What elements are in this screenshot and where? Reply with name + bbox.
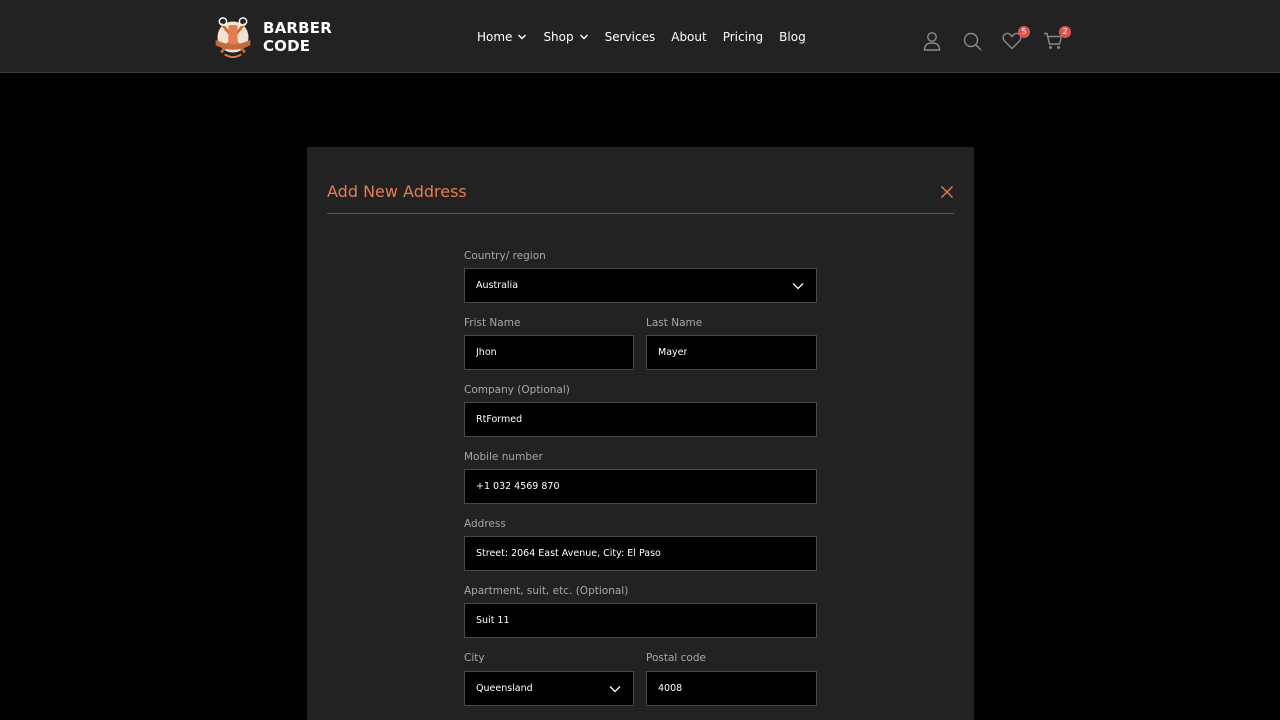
modal-title: Add New Address <box>327 182 467 201</box>
first-name-value: Jhon <box>476 347 497 358</box>
brand-name: BARBER CODE <box>263 19 332 55</box>
user-icon <box>923 32 941 51</box>
country-label: Country/ region <box>464 250 546 262</box>
address-field[interactable]: Street: 2064 East Avenue, City: El Paso <box>464 536 817 571</box>
brand-logo[interactable]: BARBER CODE <box>212 10 332 64</box>
nav-item-services[interactable]: Services <box>605 30 656 44</box>
postal-code-field[interactable]: 4008 <box>646 671 817 706</box>
add-address-modal: Add New Address Country/ region Australi… <box>307 147 974 720</box>
company-field[interactable]: RtFormed <box>464 402 817 437</box>
nav-item-label: Home <box>477 30 513 44</box>
mobile-label: Mobile number <box>464 451 543 463</box>
nav-item-label: Services <box>604 30 656 44</box>
postal-code-label: Postal code <box>646 652 706 664</box>
main-nav: Home Shop Services About Pricing Blog <box>477 28 822 46</box>
address-value: Street: 2064 East Avenue, City: El Paso <box>476 548 661 559</box>
wishlist-button[interactable]: 5 <box>1000 24 1030 58</box>
last-name-label: Last Name <box>646 317 703 329</box>
company-label: Company (Optional) <box>464 384 570 396</box>
chevron-down-icon <box>518 34 527 40</box>
barber-logo-icon <box>215 17 251 58</box>
country-select[interactable]: Australia <box>464 268 817 303</box>
company-value: RtFormed <box>476 414 523 425</box>
cart-button[interactable]: 2 <box>1041 24 1071 58</box>
search-icon <box>963 32 982 51</box>
last-name-field[interactable]: Mayer <box>646 335 817 370</box>
brand-line-1: BARBER <box>262 19 332 37</box>
nav-item-blog[interactable]: Blog <box>779 30 806 44</box>
city-label: City <box>464 652 485 664</box>
chevron-down-icon <box>579 34 588 40</box>
site-header: BARBER CODE Home Shop Services About Pri… <box>0 0 1280 73</box>
nav-item-label: About <box>671 30 707 44</box>
mobile-field[interactable]: +1 032 4569 870 <box>464 469 817 504</box>
country-value: Australia <box>476 280 519 291</box>
brand-line-2: CODE <box>262 37 311 55</box>
mobile-value: +1 032 4569 870 <box>476 481 560 492</box>
address-label: Address <box>464 518 506 530</box>
nav-item-about[interactable]: About <box>671 30 706 44</box>
nav-item-shop[interactable]: Shop <box>543 30 588 44</box>
last-name-value: Mayer <box>658 347 688 358</box>
apartment-label: Apartment, suit, etc. (Optional) <box>464 585 629 597</box>
nav-item-label: Shop <box>543 30 574 44</box>
chevron-down-icon <box>792 283 804 290</box>
city-value: Queensland <box>476 683 533 694</box>
city-select[interactable]: Queensland <box>464 671 634 706</box>
cart-count-badge: 2 <box>1059 26 1071 38</box>
chevron-down-icon <box>609 686 621 693</box>
nav-item-home[interactable]: Home <box>477 30 527 44</box>
search-button[interactable] <box>960 24 984 58</box>
wishlist-count-badge: 5 <box>1018 26 1030 38</box>
apartment-value: Suit 11 <box>476 615 510 626</box>
nav-item-pricing[interactable]: Pricing <box>723 30 763 44</box>
close-icon[interactable] <box>940 185 954 199</box>
nav-item-label: Pricing <box>722 30 764 44</box>
first-name-field[interactable]: Jhon <box>464 335 634 370</box>
apartment-field[interactable]: Suit 11 <box>464 603 817 638</box>
nav-item-label: Blog <box>779 30 806 44</box>
account-button[interactable] <box>920 24 944 58</box>
first-name-label: Frist Name <box>464 317 521 329</box>
modal-divider <box>327 213 954 214</box>
postal-code-value: 4008 <box>658 683 683 694</box>
